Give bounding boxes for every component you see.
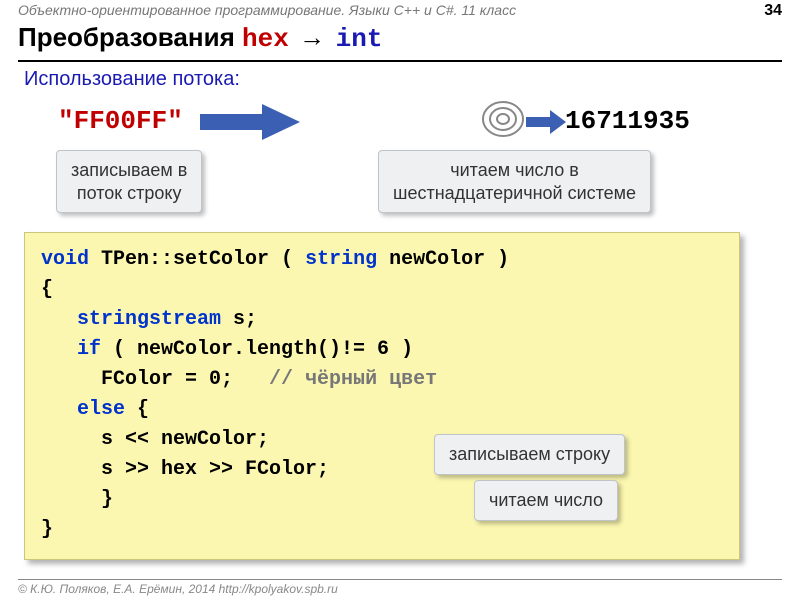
arrow-2-icon bbox=[526, 110, 566, 134]
callout-write-stream: записываем в поток строку bbox=[56, 150, 202, 213]
title-arrow: → bbox=[289, 24, 336, 54]
kw-if: if bbox=[41, 338, 101, 361]
int-literal: 16711935 bbox=[565, 106, 690, 136]
code-text: s >> hex >> FColor; bbox=[41, 458, 329, 481]
title-prefix: Преобразования bbox=[18, 22, 242, 52]
kw-string: string bbox=[305, 248, 377, 271]
footer: © К.Ю. Поляков, Е.А. Ерёмин, 2014 http:/… bbox=[18, 579, 782, 596]
kw-else: else bbox=[41, 398, 125, 421]
title-divider bbox=[18, 60, 782, 62]
title-int: int bbox=[336, 24, 383, 54]
slide: Объектно-ориентированное программировани… bbox=[0, 0, 800, 600]
code-text: { bbox=[41, 278, 53, 301]
code-text: { bbox=[125, 398, 149, 421]
code-text: ( newColor.length()!= 6 ) bbox=[101, 338, 413, 361]
callout-read-hex: читаем число в шестнадцатеричной системе bbox=[378, 150, 651, 213]
callout-read-number: читаем число bbox=[474, 480, 618, 521]
code-text: newColor ) bbox=[377, 248, 509, 271]
code-text: s; bbox=[221, 308, 257, 331]
arrow-1-icon bbox=[200, 104, 300, 140]
code-text: s << newColor; bbox=[41, 428, 269, 451]
code-comment: // чёрный цвет bbox=[269, 368, 437, 391]
code-block: void TPen::setColor ( string newColor ) … bbox=[24, 232, 740, 560]
kw-void: void bbox=[41, 248, 89, 271]
code-text: } bbox=[41, 518, 53, 541]
page-title: Преобразования hex → int bbox=[18, 22, 382, 54]
page-number: 34 bbox=[764, 2, 782, 20]
code-text: } bbox=[41, 488, 113, 511]
kw-stringstream: stringstream bbox=[41, 308, 221, 331]
code-text: TPen::setColor ( bbox=[89, 248, 305, 271]
course-header: Объектно-ориентированное программировани… bbox=[18, 2, 516, 18]
title-hex: hex bbox=[242, 24, 289, 54]
hex-literal: "FF00FF" bbox=[58, 106, 183, 136]
callout-write-string: записываем строку bbox=[434, 434, 625, 475]
subtitle: Использование потока: bbox=[24, 68, 240, 91]
spiral-icon bbox=[478, 98, 528, 145]
code-text: FColor = 0; bbox=[41, 368, 269, 391]
